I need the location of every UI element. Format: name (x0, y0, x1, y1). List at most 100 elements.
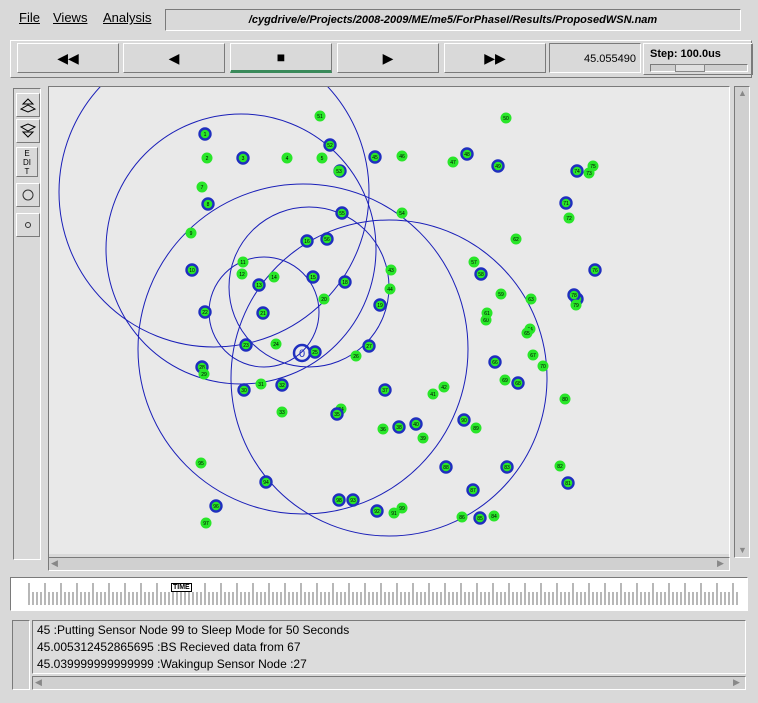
sensor-node-30[interactable]: 30 (237, 383, 251, 397)
sensor-node-18[interactable]: 18 (338, 275, 352, 289)
sensor-node-87[interactable]: 87 (466, 483, 480, 497)
sensor-node-95[interactable]: 95 (195, 457, 207, 469)
sensor-node-67[interactable]: 67 (527, 349, 539, 361)
sensor-node-68[interactable]: 68 (511, 376, 525, 390)
log-scroll-right-icon[interactable]: ▶ (733, 677, 740, 687)
sensor-node-42[interactable]: 42 (438, 381, 450, 393)
scroll-down-icon[interactable]: ▼ (738, 545, 747, 555)
sensor-node-16[interactable]: 16 (300, 234, 314, 248)
sensor-node-47[interactable]: 47 (447, 156, 459, 168)
sensor-node-43[interactable]: 43 (385, 264, 397, 276)
sensor-node-48[interactable]: 48 (460, 147, 474, 161)
sensor-node-20[interactable]: 20 (318, 293, 330, 305)
sensor-node-63[interactable]: 63 (525, 293, 537, 305)
sensor-node-55[interactable]: 55 (335, 206, 349, 220)
log-vertical-scrollbar[interactable] (12, 620, 30, 690)
sensor-node-1[interactable]: 1 (198, 127, 212, 141)
scroll-up-icon[interactable]: ▲ (738, 88, 747, 98)
sensor-node-57[interactable]: 57 (468, 256, 480, 268)
sensor-node-23[interactable]: 23 (239, 338, 253, 352)
timeline[interactable]: TIME (10, 577, 748, 611)
menu-views[interactable]: Views (53, 10, 87, 25)
sensor-node-24[interactable]: 24 (270, 338, 282, 350)
sensor-node-10[interactable]: 10 (185, 263, 199, 277)
scroll-right-icon[interactable]: ▶ (717, 558, 724, 568)
edit-button[interactable]: EDIT (16, 147, 38, 177)
sensor-node-19[interactable]: 19 (373, 298, 387, 312)
sensor-node-45[interactable]: 45 (368, 150, 382, 164)
sensor-node-78[interactable]: 78 (567, 288, 581, 302)
stop-button[interactable]: ■ (230, 43, 332, 73)
sensor-node-82[interactable]: 82 (554, 460, 566, 472)
sensor-node-56[interactable]: 56 (320, 232, 334, 246)
sensor-node-26[interactable]: 26 (350, 350, 362, 362)
sensor-node-54[interactable]: 54 (396, 207, 408, 219)
sensor-node-79[interactable]: 79 (570, 299, 582, 311)
sensor-node-92[interactable]: 92 (370, 504, 384, 518)
sensor-node-50[interactable]: 50 (500, 112, 512, 124)
sensor-node-36[interactable]: 36 (377, 423, 389, 435)
sensor-node-15[interactable]: 15 (306, 270, 320, 284)
sensor-node-71[interactable]: 71 (559, 196, 573, 210)
sensor-node-52[interactable]: 52 (323, 138, 337, 152)
sensor-node-21[interactable]: 21 (256, 306, 270, 320)
sensor-node-58[interactable]: 58 (474, 267, 488, 281)
sensor-node-69[interactable]: 69 (499, 374, 511, 386)
zoom-in-icon[interactable] (16, 93, 40, 117)
canvas-horizontal-scrollbar[interactable]: ◀ ▶ (48, 557, 730, 571)
node-size-small-icon[interactable] (16, 213, 40, 237)
sensor-node-4[interactable]: 4 (281, 152, 293, 164)
log-scroll-left-icon[interactable]: ◀ (35, 677, 42, 687)
sensor-node-85[interactable]: 85 (473, 511, 487, 525)
sensor-node-99[interactable]: 99 (396, 502, 408, 514)
sensor-node-33[interactable]: 33 (276, 406, 288, 418)
rewind-button[interactable]: ◀◀ (17, 43, 119, 73)
sensor-node-11[interactable]: 11 (237, 256, 249, 268)
sensor-node-8[interactable]: 8 (201, 197, 215, 211)
sensor-node-29[interactable]: 29 (198, 368, 210, 380)
sensor-node-89[interactable]: 89 (470, 422, 482, 434)
canvas-vertical-scrollbar[interactable]: ▲ ▼ (734, 86, 750, 558)
sensor-node-7[interactable]: 7 (196, 181, 208, 193)
sensor-node-41[interactable]: 41 (427, 388, 439, 400)
sensor-node-72[interactable]: 72 (563, 212, 575, 224)
sensor-node-31[interactable]: 31 (255, 378, 267, 390)
sensor-node-61[interactable]: 61 (481, 307, 493, 319)
sensor-node-59[interactable]: 59 (495, 288, 507, 300)
log-horizontal-scrollbar[interactable]: ◀ ▶ (32, 676, 746, 690)
sensor-node-5[interactable]: 5 (316, 152, 328, 164)
timeline-marker[interactable]: TIME (171, 583, 192, 592)
sensor-node-76[interactable]: 76 (588, 263, 602, 277)
sensor-node-74[interactable]: 74 (570, 164, 584, 178)
fast-forward-button[interactable]: ▶▶ (444, 43, 546, 73)
network-canvas[interactable]: 1234567891011121314151617181920212223242… (49, 87, 729, 554)
sensor-node-46[interactable]: 46 (396, 150, 408, 162)
sensor-node-13[interactable]: 13 (252, 278, 266, 292)
step-back-button[interactable]: ◀ (123, 43, 225, 73)
sensor-node-49[interactable]: 49 (491, 159, 505, 173)
sensor-node-86[interactable]: 86 (456, 511, 468, 523)
sensor-node-65[interactable]: 65 (521, 327, 533, 339)
sensor-node-22[interactable]: 22 (198, 305, 212, 319)
sensor-node-81[interactable]: 81 (561, 476, 575, 490)
sensor-node-75[interactable]: 75 (587, 160, 599, 172)
play-button[interactable]: ▶ (337, 43, 439, 73)
sensor-node-38[interactable]: 38 (392, 420, 406, 434)
sensor-node-27[interactable]: 27 (362, 339, 376, 353)
base-station[interactable]: 0 (292, 343, 312, 363)
sensor-node-83[interactable]: 83 (500, 460, 514, 474)
sensor-node-3[interactable]: 3 (236, 151, 250, 165)
sensor-node-90[interactable]: 90 (457, 413, 471, 427)
node-size-large-icon[interactable] (16, 183, 40, 207)
sensor-node-2[interactable]: 2 (201, 152, 213, 164)
sensor-node-66[interactable]: 66 (488, 355, 502, 369)
sensor-node-35[interactable]: 35 (330, 407, 344, 421)
sensor-node-62[interactable]: 62 (510, 233, 522, 245)
sensor-node-40[interactable]: 40 (409, 417, 423, 431)
sensor-node-9[interactable]: 9 (185, 227, 197, 239)
sensor-node-44[interactable]: 44 (384, 283, 396, 295)
zoom-out-icon[interactable] (16, 119, 40, 143)
sensor-node-93[interactable]: 93 (346, 493, 360, 507)
sensor-node-94[interactable]: 94 (259, 475, 273, 489)
sensor-node-88[interactable]: 88 (439, 460, 453, 474)
